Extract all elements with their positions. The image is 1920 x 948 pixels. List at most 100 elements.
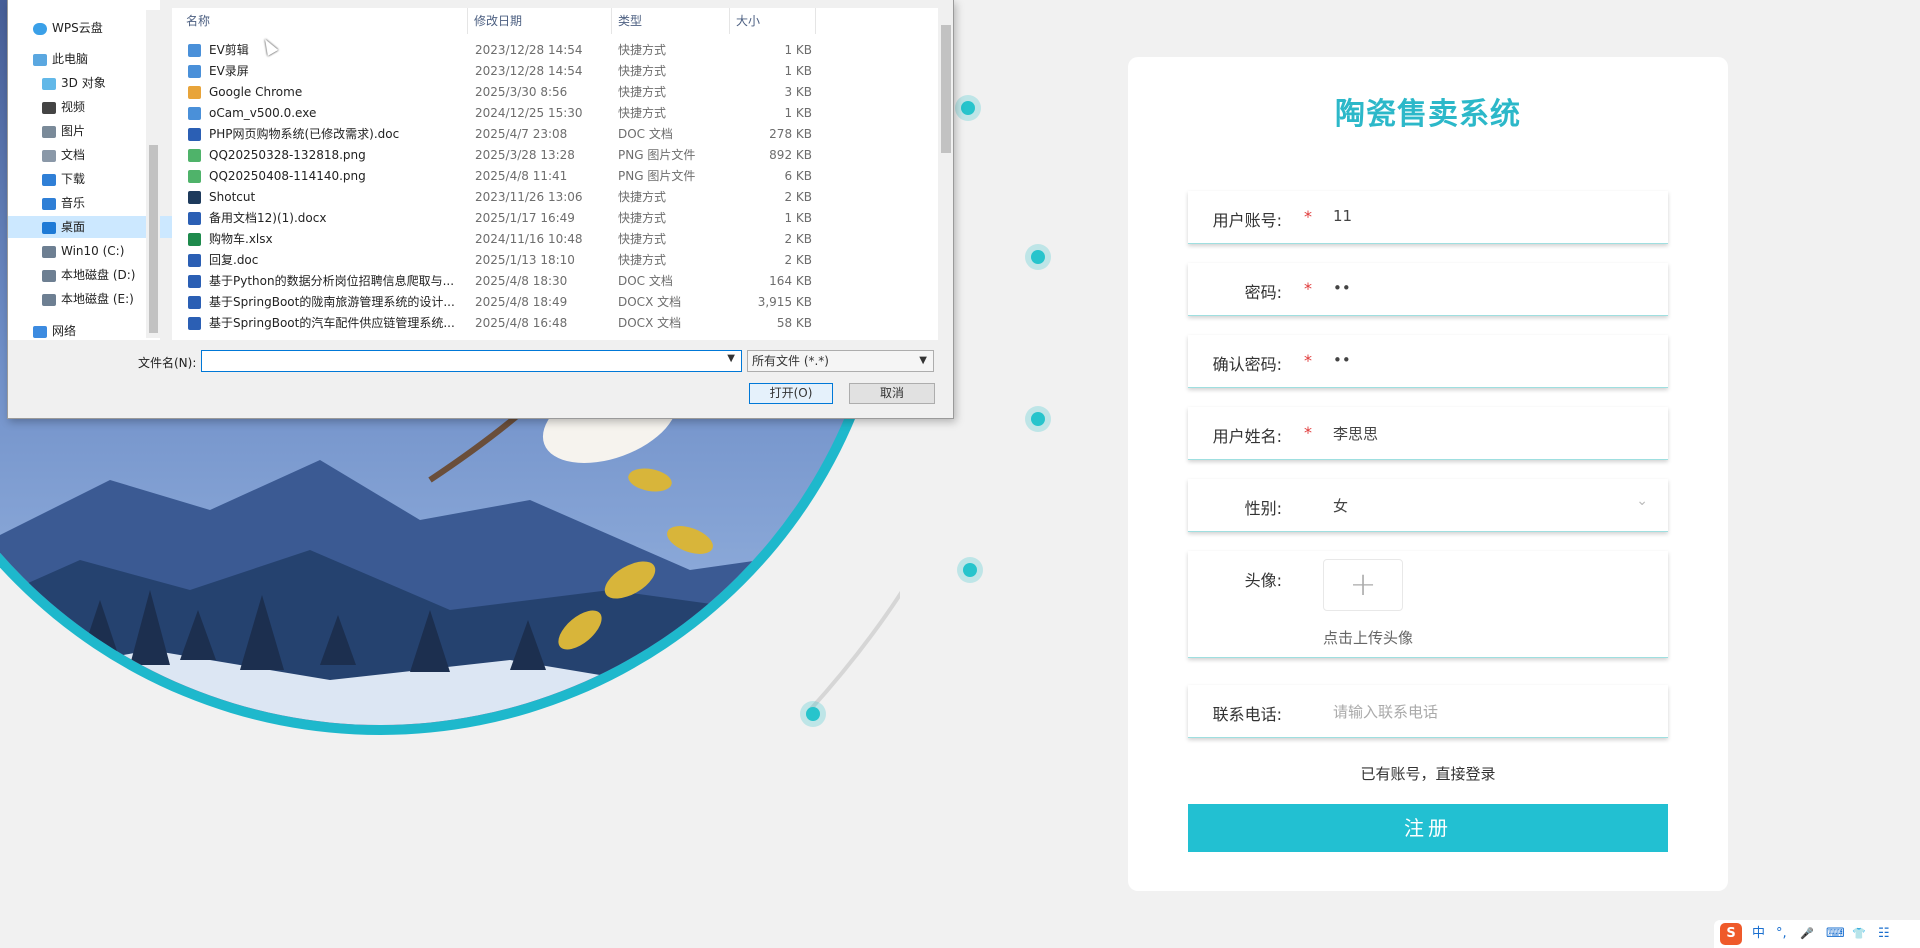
gender-select[interactable]: 性别: 女 ⌄ — [1188, 479, 1668, 532]
sogou-logo-icon[interactable]: S — [1720, 923, 1742, 945]
file-size: 58 KB — [776, 316, 812, 330]
nav-scrollbar-thumb[interactable] — [149, 145, 158, 333]
ime-language-toggle[interactable]: 中 — [1752, 920, 1765, 948]
phone-field[interactable]: 联系电话: 请输入联系电话 — [1188, 685, 1668, 738]
file-row[interactable]: 回复.doc 2025/1/13 18:10 快捷方式 2 KB — [172, 250, 812, 271]
file-type: 快捷方式 — [618, 232, 667, 246]
gender-value[interactable]: 女 — [1333, 495, 1348, 516]
file-row[interactable]: 基于SpringBoot的陇南旅游管理系统的设计... 2025/4/8 18:4… — [172, 292, 812, 313]
login-link[interactable]: 已有账号，直接登录 — [1128, 763, 1728, 784]
word-icon — [188, 296, 201, 309]
file-row[interactable]: PHP网页购物系统(已修改需求).doc 2025/4/7 23:08 DOC 文档… — [172, 124, 812, 145]
file-type: DOCX 文档 — [618, 295, 682, 309]
avatar-upload-tip[interactable]: 点击上传头像 — [1323, 627, 1413, 648]
required-mark: * — [1304, 423, 1312, 442]
file-list-scrollbar-thumb[interactable] — [941, 25, 951, 153]
account-input[interactable]: 11 — [1333, 207, 1352, 225]
plus-icon: + — [1349, 565, 1377, 603]
file-row[interactable]: QQ20250408-114140.png 2025/4/8 11:41 PNG 图… — [172, 166, 812, 187]
file-list: 名称 修改日期 类型 大小 EV剪辑 2023/12/28 14:54 快捷方式 1 … — [172, 8, 938, 340]
video-icon — [42, 101, 56, 114]
cloud-icon — [33, 22, 47, 35]
word-icon — [188, 212, 201, 225]
column-header-size[interactable]: 大小 — [730, 8, 816, 34]
chevron-down-icon[interactable]: ▼ — [919, 351, 927, 371]
file-row[interactable]: QQ20250328-132818.png 2025/3/28 13:28 PNG … — [172, 145, 812, 166]
file-type: 快捷方式 — [618, 106, 667, 120]
file-row[interactable]: 基于SpringBoot的汽车配件供应链管理系统... 2025/4/8 16:4… — [172, 313, 812, 334]
cancel-button[interactable]: 取消 — [849, 383, 935, 404]
file-date: 2025/3/30 8:56 — [475, 85, 568, 99]
required-mark: * — [1304, 207, 1312, 226]
file-name: EV剪辑 — [209, 43, 249, 57]
file-name: Shotcut — [209, 190, 256, 204]
ime-punctuation-icon[interactable]: °, — [1776, 920, 1787, 948]
file-name: 购物车.xlsx — [209, 232, 273, 246]
open-button[interactable]: 打开(O) — [749, 383, 833, 404]
filename-input[interactable]: ▼ — [201, 350, 742, 372]
file-date: 2023/11/26 13:06 — [475, 190, 583, 204]
filetype-value[interactable]: 所有文件 (*.*) — [752, 354, 829, 368]
password-input[interactable]: •• — [1333, 279, 1351, 297]
nav-item-this-pc[interactable]: 此电脑 — [8, 48, 169, 70]
gender-label: 性别: — [1244, 499, 1282, 518]
file-size: 1 KB — [784, 43, 812, 57]
file-type: DOCX 文档 — [618, 316, 682, 330]
file-date: 2025/4/8 16:48 — [475, 316, 568, 330]
chevron-down-icon[interactable]: ▼ — [727, 353, 735, 364]
nav-item-network[interactable]: 网络 — [8, 320, 169, 342]
account-field[interactable]: 用户账号: * 11 — [1188, 191, 1668, 244]
column-header-name[interactable]: 名称 — [172, 8, 468, 34]
shotcut-icon — [188, 191, 201, 204]
password-field[interactable]: 密码: * •• — [1188, 263, 1668, 316]
file-type: DOC 文档 — [618, 274, 673, 288]
nav-item-wps-cloud[interactable]: WPS云盘 — [8, 17, 169, 39]
orbit-dot — [1031, 412, 1045, 426]
file-size: 3,915 KB — [757, 295, 812, 309]
file-name: QQ20250328-132818.png — [209, 148, 366, 162]
filetype-select[interactable]: 所有文件 (*.*) ▼ — [747, 350, 934, 372]
file-name: 基于Python的数据分析岗位招聘信息爬取与... — [209, 274, 455, 288]
name-input[interactable]: 李思思 — [1333, 423, 1378, 444]
ime-menu-icon[interactable]: ☷ — [1878, 920, 1890, 948]
orbit-dot — [806, 707, 820, 721]
file-row[interactable]: Google Chrome 2025/3/30 8:56 快捷方式 3 KB — [172, 82, 812, 103]
file-row[interactable]: 购物车.xlsx 2024/11/16 10:48 快捷方式 2 KB — [172, 229, 812, 250]
image-icon — [188, 149, 201, 162]
name-label: 用户姓名: — [1212, 427, 1282, 446]
word-icon — [188, 254, 201, 267]
chevron-down-icon[interactable]: ⌄ — [1636, 493, 1648, 509]
file-date: 2024/11/16 10:48 — [475, 232, 583, 246]
file-row[interactable]: oCam_v500.0.exe 2024/12/25 15:30 快捷方式 1 KB — [172, 103, 812, 124]
file-row[interactable]: 基于Python的数据分析岗位招聘信息爬取与... 2025/4/8 18:30 D… — [172, 271, 812, 292]
required-mark: * — [1304, 351, 1312, 370]
file-date: 2025/1/13 18:10 — [475, 253, 575, 267]
ime-keyboard-icon[interactable]: ⌨ — [1826, 920, 1845, 948]
ime-voice-icon[interactable]: 🎤 — [1800, 920, 1814, 948]
excel-icon — [188, 233, 201, 246]
file-size: 892 KB — [769, 148, 812, 162]
file-date: 2025/3/28 13:28 — [475, 148, 575, 162]
file-name: 基于SpringBoot的陇南旅游管理系统的设计... — [209, 295, 455, 309]
file-date: 2025/1/17 16:49 — [475, 211, 575, 225]
ime-skin-icon[interactable]: 👕 — [1852, 920, 1866, 948]
confirm-password-input[interactable]: •• — [1333, 351, 1351, 369]
name-field[interactable]: 用户姓名: * 李思思 — [1188, 407, 1668, 460]
file-row[interactable]: Shotcut 2023/11/26 13:06 快捷方式 2 KB — [172, 187, 812, 208]
avatar-upload-button[interactable]: + — [1323, 559, 1403, 611]
confirm-password-field[interactable]: 确认密码: * •• — [1188, 335, 1668, 388]
file-name: PHP网页购物系统(已修改需求).doc — [209, 127, 400, 141]
file-type: PNG 图片文件 — [618, 169, 696, 183]
phone-input[interactable]: 请输入联系电话 — [1333, 701, 1438, 722]
register-panel: 陶瓷售卖系统 用户账号: * 11 密码: * •• 确认密码: * •• 用户… — [1128, 57, 1728, 891]
avatar-label: 头像: — [1244, 571, 1282, 590]
file-row[interactable]: EV录屏 2023/12/28 14:54 快捷方式 1 KB — [172, 61, 812, 82]
file-row[interactable]: 备用文档12)(1).docx 2025/1/17 16:49 快捷方式 1 KB — [172, 208, 812, 229]
required-mark: * — [1304, 279, 1312, 298]
column-header-date[interactable]: 修改日期 — [468, 8, 612, 34]
register-button[interactable]: 注册 — [1188, 804, 1668, 852]
word-icon — [188, 128, 201, 141]
column-header-type[interactable]: 类型 — [612, 8, 730, 34]
file-type: PNG 图片文件 — [618, 148, 696, 162]
file-name: 基于SpringBoot的汽车配件供应链管理系统... — [209, 316, 455, 330]
